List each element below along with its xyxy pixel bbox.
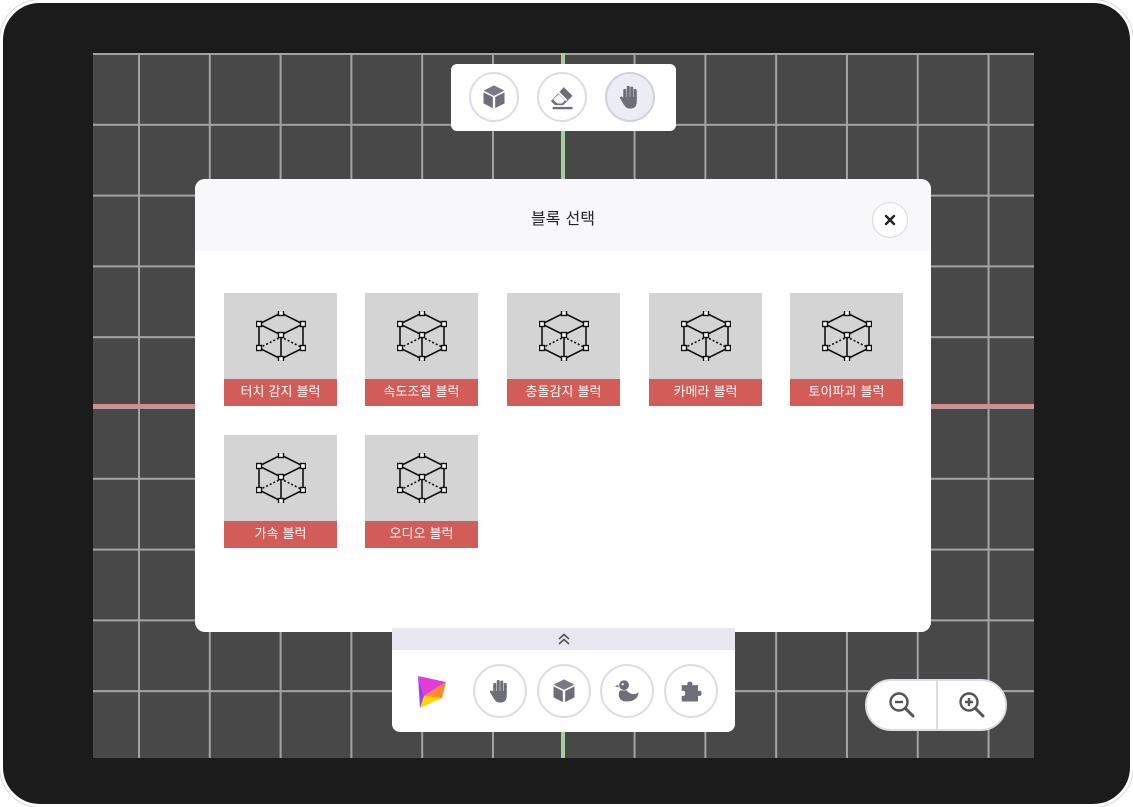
hand-icon xyxy=(489,679,507,703)
zoom-out-button[interactable] xyxy=(867,681,937,729)
chevron-double-up-icon xyxy=(557,633,570,645)
block-label: 가속 블럭 xyxy=(224,521,337,548)
zoom-in-button[interactable] xyxy=(937,681,1007,729)
hand-tool-button[interactable] xyxy=(605,72,655,122)
eraser-tool-button[interactable] xyxy=(537,72,587,122)
zoom-in-icon xyxy=(959,692,985,718)
hand-tool-button[interactable] xyxy=(473,664,527,718)
zoom-out-icon xyxy=(889,692,915,718)
cube-wireframe-icon xyxy=(256,311,306,361)
close-icon xyxy=(884,214,896,226)
expand-toolbar-button[interactable] xyxy=(392,628,735,650)
block-label: 토이파괴 블럭 xyxy=(790,379,903,406)
block-label: 오디오 블럭 xyxy=(365,521,478,548)
duck-icon xyxy=(614,680,639,702)
block-card-touch-sensor[interactable]: 터치 감지 블럭 xyxy=(224,293,337,406)
block-card-collision[interactable]: 충돌감지 블럭 xyxy=(507,293,620,406)
close-button[interactable] xyxy=(872,202,908,238)
cube-tool-button[interactable] xyxy=(537,664,591,718)
block-card-acceleration[interactable]: 가속 블럭 xyxy=(224,435,337,548)
cube-wireframe-icon xyxy=(397,311,447,361)
block-select-dialog: 블록 선택 터치 감지 블럭 속도조절 블럭 충돌감지 블럭 카메라 블럭 토이… xyxy=(195,179,931,632)
block-label: 터치 감지 블럭 xyxy=(224,379,337,406)
cube-wireframe-icon xyxy=(539,311,589,361)
cube-wireframe-icon xyxy=(822,311,872,361)
top-toolbar xyxy=(451,64,676,131)
block-card-speed-control[interactable]: 속도조절 블럭 xyxy=(365,293,478,406)
cube-wireframe-icon xyxy=(256,453,306,503)
hand-icon xyxy=(619,85,637,109)
block-label: 충돌감지 블럭 xyxy=(507,379,620,406)
block-label: 카메라 블럭 xyxy=(649,379,762,406)
cube-wireframe-icon xyxy=(681,311,731,361)
block-card-audio[interactable]: 오디오 블럭 xyxy=(365,435,478,548)
block-card-toy-destroy[interactable]: 토이파괴 블럭 xyxy=(790,293,903,406)
puzzle-icon xyxy=(681,681,702,702)
block-card-camera[interactable]: 카메라 블럭 xyxy=(649,293,762,406)
app-logo xyxy=(418,676,446,708)
bottom-toolbar xyxy=(392,628,735,732)
duck-tool-button[interactable] xyxy=(600,664,654,718)
block-label: 속도조절 블럭 xyxy=(365,379,478,406)
dialog-header: 블록 선택 xyxy=(195,179,931,251)
puzzle-tool-button[interactable] xyxy=(664,664,718,718)
eraser-icon xyxy=(550,87,573,110)
cube-tool-button[interactable] xyxy=(469,72,519,122)
zoom-controls xyxy=(865,679,1007,731)
dialog-title: 블록 선택 xyxy=(531,209,595,228)
cube-wireframe-icon xyxy=(397,453,447,503)
cube-icon xyxy=(483,85,505,109)
cube-icon xyxy=(553,679,575,703)
